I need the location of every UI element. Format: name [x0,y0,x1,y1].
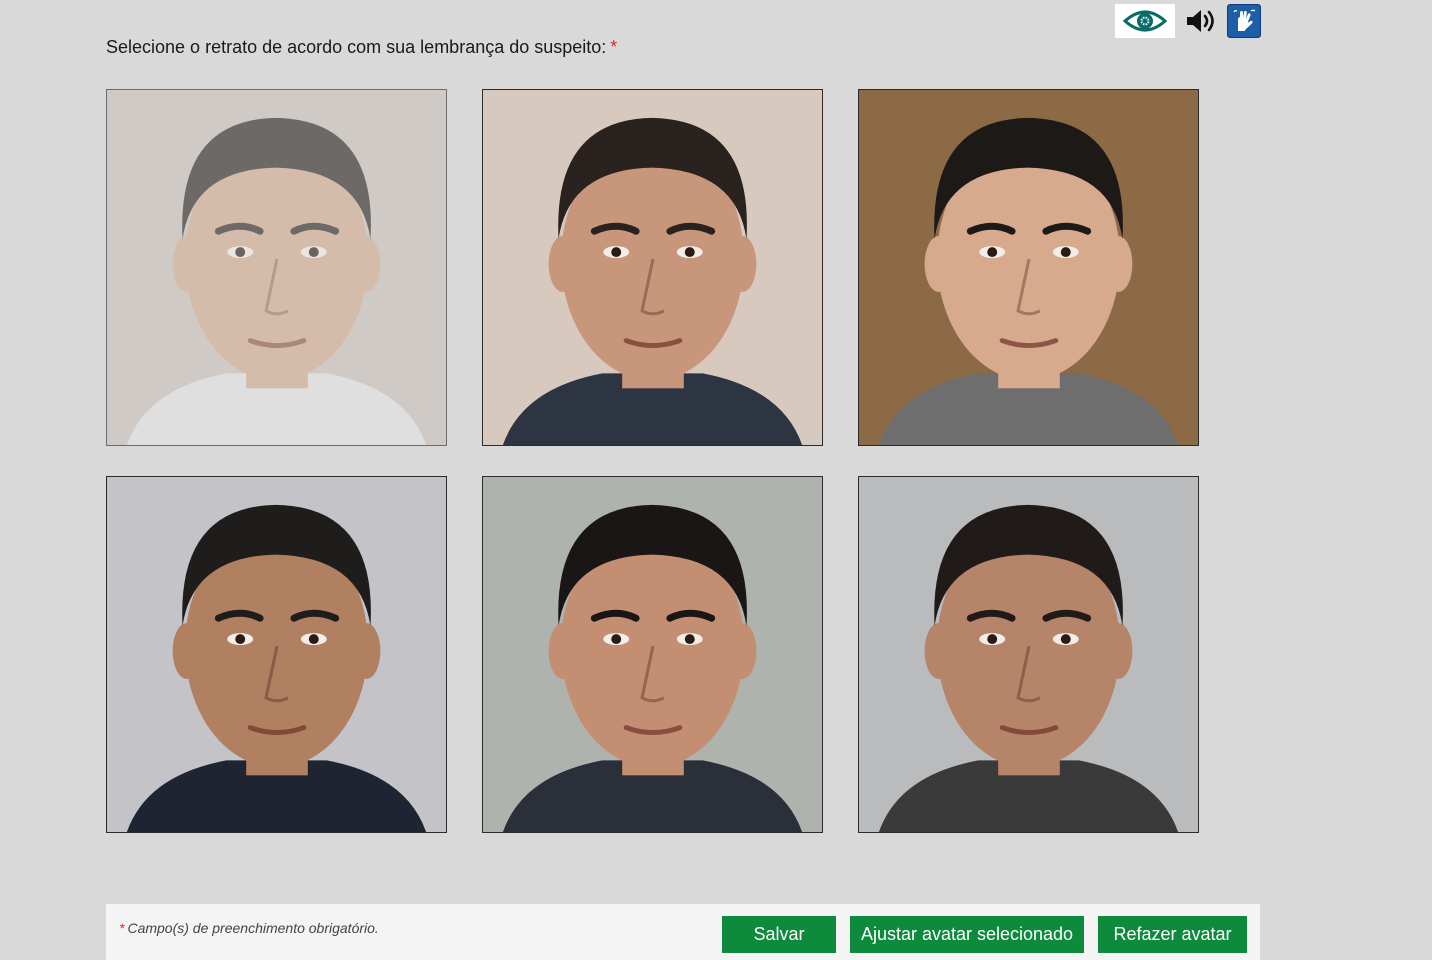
audio-button[interactable] [1183,4,1219,38]
portrait-image [483,90,822,445]
accessibility-toolbar [1115,4,1261,38]
portrait-image [859,90,1198,445]
portrait-option-4[interactable] [106,476,447,833]
action-bar: * Campo(s) de preenchimento obrigatório. … [106,904,1260,960]
portrait-pupil-left [611,247,622,258]
portrait-image [859,477,1198,832]
portrait-pupil-right [684,634,695,645]
required-fields-note: * Campo(s) de preenchimento obrigatório. [119,920,379,936]
redo-avatar-button[interactable]: Refazer avatar [1098,916,1247,953]
portrait-pupil-right [1060,634,1071,645]
portrait-pupil-right [684,247,695,258]
portrait-pupil-right [308,634,319,645]
portrait-option-1[interactable] [106,89,447,446]
portrait-option-6[interactable] [858,476,1199,833]
portrait-pupil-left [235,634,246,645]
portrait-option-5[interactable] [482,476,823,833]
page: Selecione o retrato de acordo com sua le… [0,0,1432,960]
sign-language-icon [1233,9,1256,31]
portrait-pupil-right [1060,247,1071,258]
portrait-pupil-left [235,247,246,258]
portrait-image [107,90,446,445]
eye-icon [1122,10,1168,32]
required-note-text: Campo(s) de preenchimento obrigatório. [127,920,379,936]
portrait-image [483,477,822,832]
portrait-prompt: Selecione o retrato de acordo com sua le… [106,37,617,58]
save-button[interactable]: Salvar [722,916,836,953]
sign-language-button[interactable] [1227,4,1261,38]
prompt-text: Selecione o retrato de acordo com sua le… [106,37,607,57]
portrait-option-3[interactable] [858,89,1199,446]
required-asterisk: * [610,37,618,57]
portrait-pupil-right [308,247,319,258]
high-contrast-button[interactable] [1115,4,1175,38]
portrait-option-2[interactable] [482,89,823,446]
adjust-avatar-button[interactable]: Ajustar avatar selecionado [850,916,1084,953]
portrait-image [107,477,446,832]
required-asterisk: * [119,920,125,936]
portrait-pupil-left [987,247,998,258]
portrait-pupil-left [987,634,998,645]
portrait-pupil-left [611,634,622,645]
speaker-icon [1187,10,1214,32]
